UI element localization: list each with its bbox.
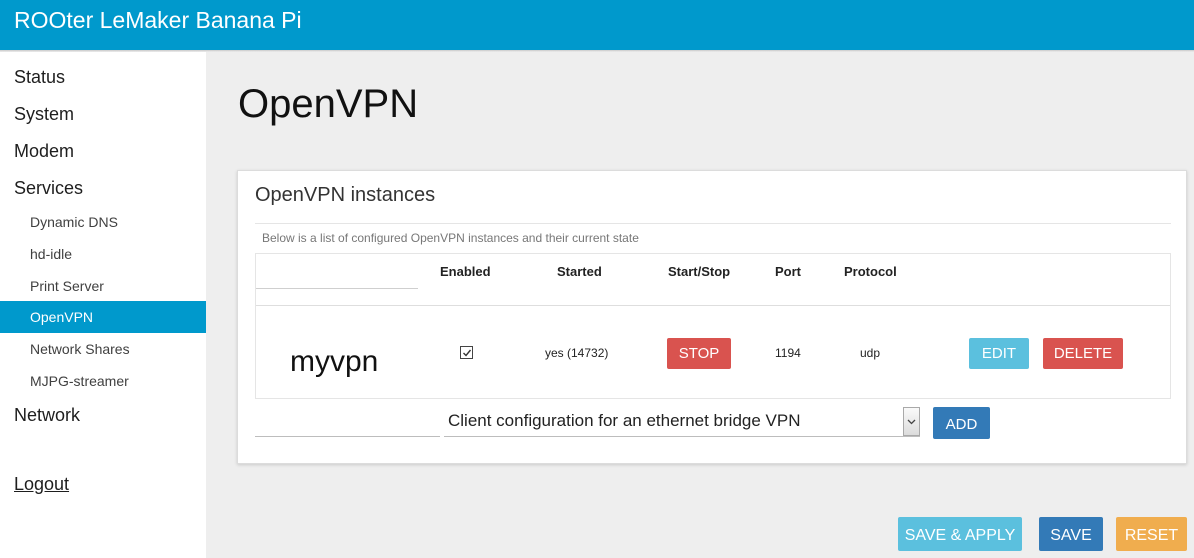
logout-link[interactable]: Logout	[14, 474, 69, 495]
chevron-down-icon[interactable]	[903, 407, 920, 436]
panel-divider	[255, 223, 1171, 224]
sidebar-item-system[interactable]: System	[14, 104, 74, 125]
sidebar-item-openvpn[interactable]: OpenVPN	[0, 301, 206, 333]
sidebar-item-dynamic-dns[interactable]: Dynamic DNS	[30, 214, 118, 230]
instance-started: yes (14732)	[545, 346, 609, 360]
panel-description: Below is a list of configured OpenVPN in…	[262, 231, 639, 245]
column-header-protocol: Protocol	[844, 264, 897, 279]
table-header-divider	[256, 305, 1170, 306]
new-instance-name-input[interactable]	[255, 436, 440, 437]
column-header-started: Started	[557, 264, 602, 279]
instance-name: myvpn	[290, 345, 379, 378]
stop-button[interactable]: STOP	[667, 338, 731, 369]
sidebar-item-network-shares[interactable]: Network Shares	[30, 341, 130, 357]
column-header-startstop: Start/Stop	[668, 264, 731, 279]
sidebar-item-status[interactable]: Status	[14, 67, 65, 88]
instance-template-select[interactable]: Client configuration for an ethernet bri…	[444, 407, 920, 437]
enabled-checkbox[interactable]	[460, 346, 473, 359]
column-header-port: Port	[775, 264, 801, 279]
header-underline	[256, 288, 418, 289]
column-header-enabled: Enabled	[440, 264, 491, 279]
dropdown-arrow-icon	[907, 419, 916, 425]
select-value: Client configuration for an ethernet bri…	[448, 411, 801, 430]
save-and-apply-button[interactable]: SAVE & APPLY	[898, 517, 1022, 551]
edit-button[interactable]: EDIT	[969, 338, 1029, 369]
instance-protocol: udp	[860, 346, 881, 360]
sidebar-item-modem[interactable]: Modem	[14, 141, 74, 162]
sidebar-item-network[interactable]: Network	[14, 405, 80, 426]
openvpn-instances-panel: OpenVPN instances Below is a list of con…	[237, 170, 1187, 464]
sidebar-item-hd-idle[interactable]: hd-idle	[30, 246, 72, 262]
sidebar-item-services[interactable]: Services	[14, 178, 83, 199]
header-bar: ROOter LeMaker Banana Pi	[0, 0, 1194, 50]
delete-button[interactable]: DELETE	[1043, 338, 1123, 369]
panel-title: OpenVPN instances	[255, 184, 436, 206]
reset-button[interactable]: RESET	[1116, 517, 1187, 551]
instances-table: Enabled Started Start/Stop Port Protocol…	[255, 253, 1171, 399]
check-icon	[463, 349, 472, 357]
sidebar-item-mjpg-streamer[interactable]: MJPG-streamer	[30, 373, 129, 389]
page-title: OpenVPN	[238, 82, 419, 126]
app-title[interactable]: ROOter LeMaker Banana Pi	[14, 7, 302, 34]
sidebar: Status System Modem Services Dynamic DNS…	[0, 52, 206, 558]
instance-port: 1194	[775, 346, 801, 360]
sidebar-item-print-server[interactable]: Print Server	[30, 278, 104, 294]
add-button[interactable]: ADD	[933, 407, 990, 439]
save-button[interactable]: SAVE	[1039, 517, 1103, 551]
